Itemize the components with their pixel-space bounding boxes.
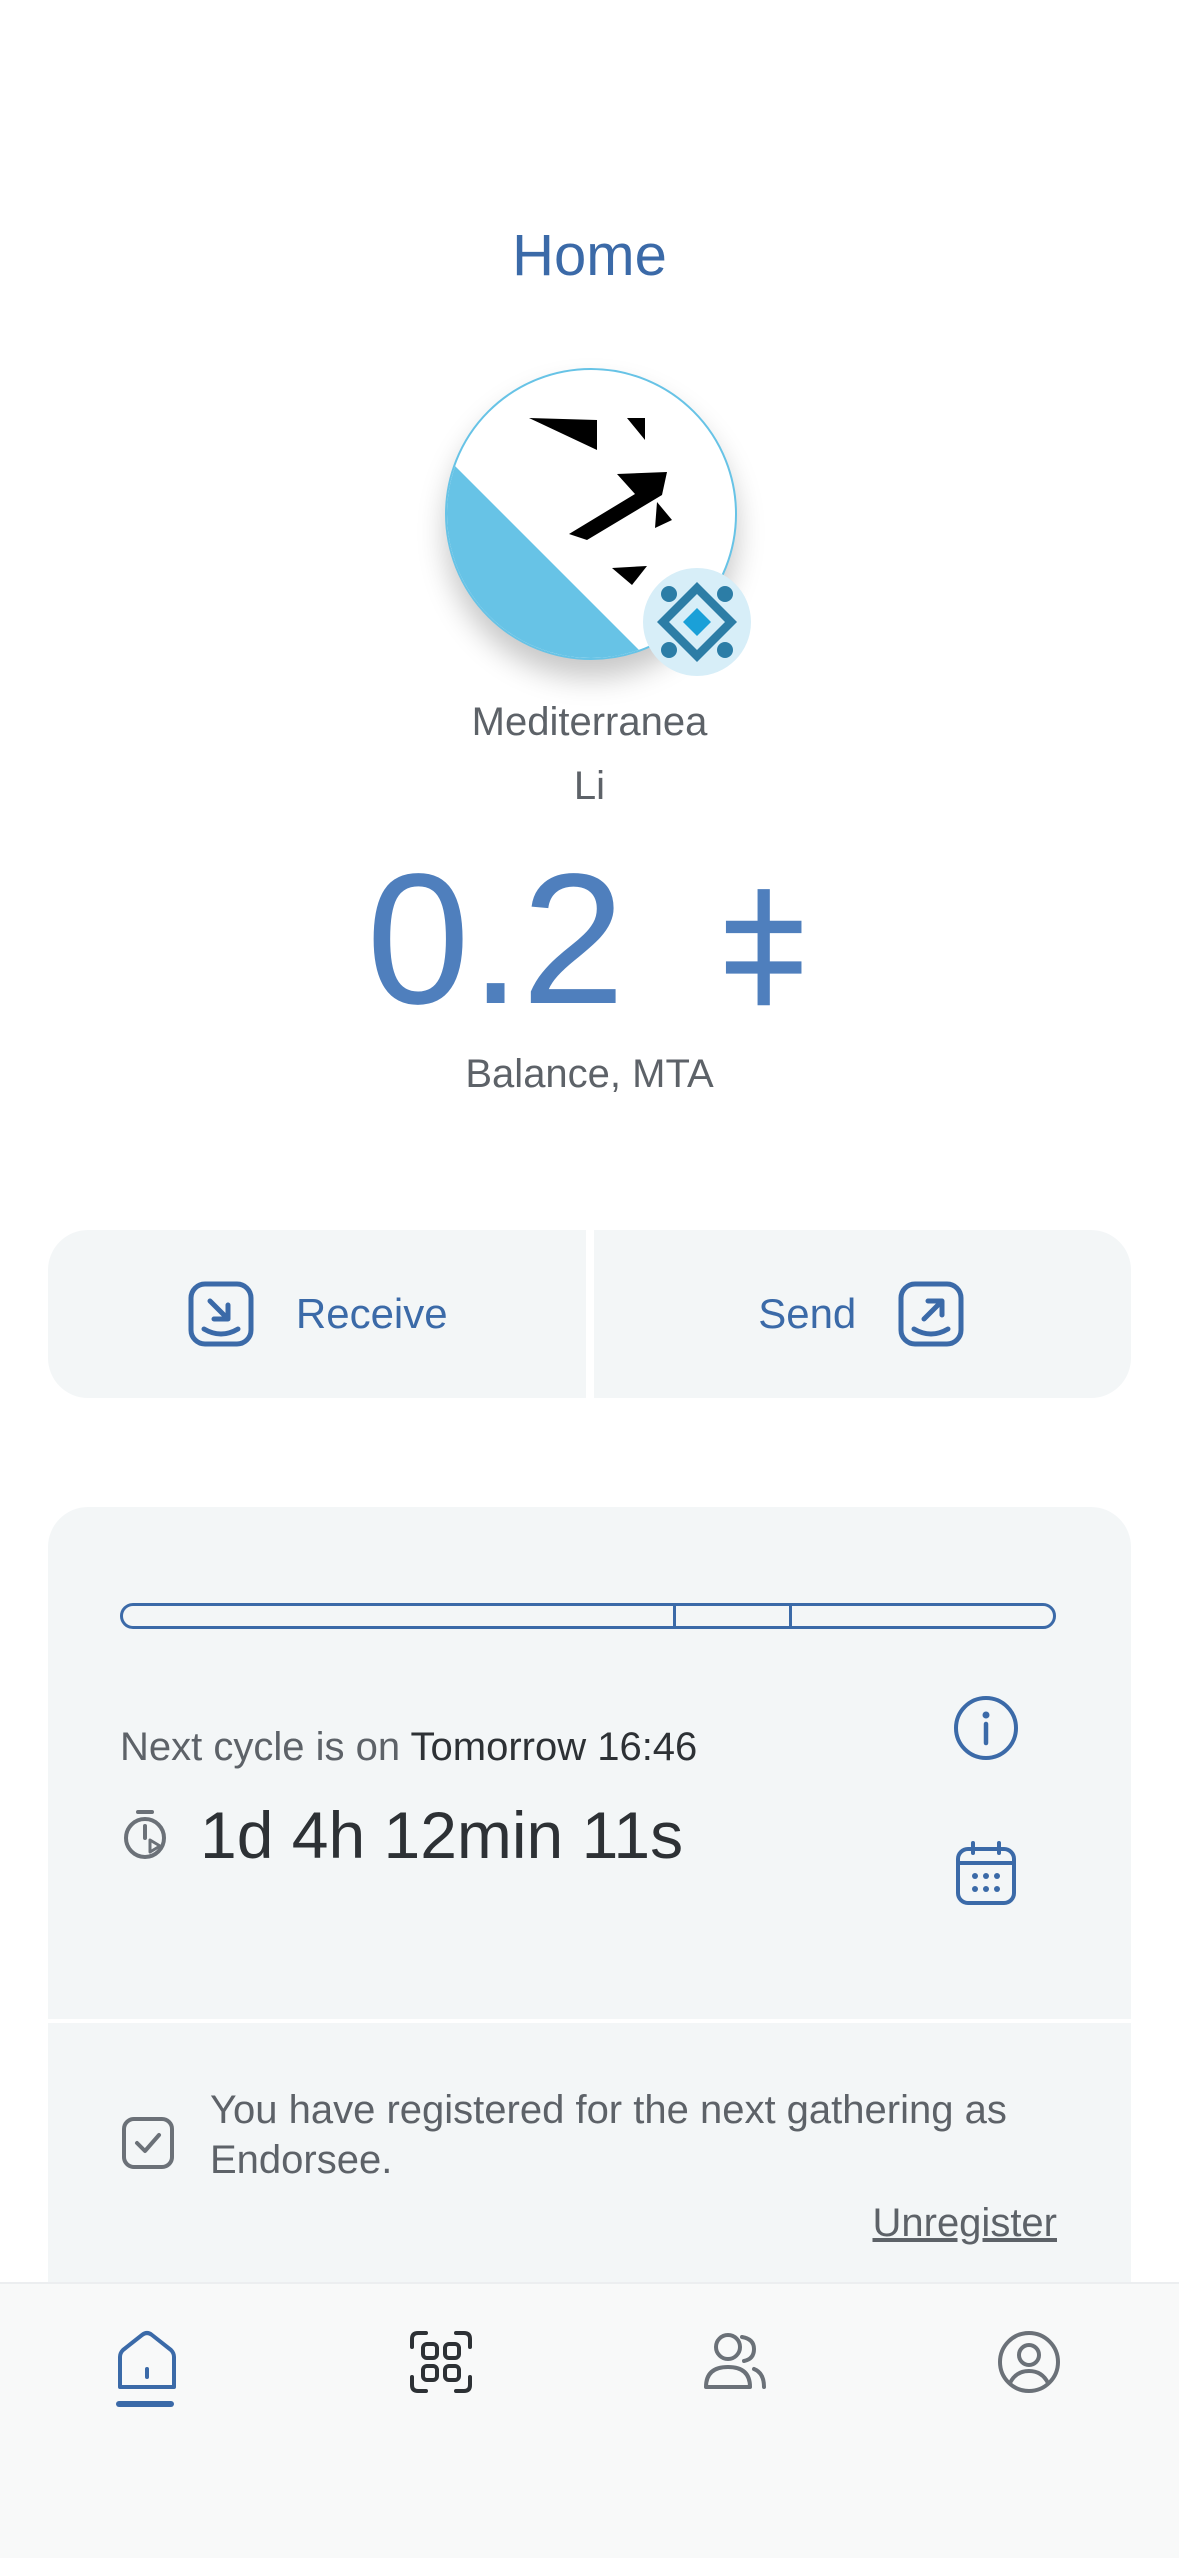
qr-code-icon (410, 2331, 472, 2393)
info-icon[interactable] (951, 1693, 1021, 1763)
next-cycle-prefix: Next cycle is on (120, 1725, 401, 1769)
page-title: Home (512, 223, 667, 288)
tab-home[interactable] (112, 2327, 182, 2407)
bottom-tab-bar (0, 2282, 1179, 2558)
unregister-link[interactable]: Unregister (872, 2201, 1057, 2246)
send-icon (898, 1281, 964, 1347)
currency-symbol: ⧧ (716, 836, 813, 1043)
account-name: Mediterranea Li (0, 690, 1179, 818)
cycle-countdown: 1d 4h 12min 11s (120, 1797, 683, 1873)
contacts-icon (704, 2333, 766, 2389)
home-icon (118, 2331, 176, 2389)
registration-message: You have registered for the next gatheri… (210, 2088, 1007, 2182)
next-cycle-text: Next cycle is on Tomorrow 16:46 (120, 1725, 697, 1770)
calendar-icon[interactable] (951, 1839, 1021, 1909)
balance-label: Balance, MTA (465, 1052, 714, 1096)
balance-amount: 0.2 (366, 836, 625, 1043)
receive-label: Receive (295, 1290, 448, 1337)
account-name-line2: Li (573, 764, 606, 808)
active-tab-indicator (116, 2401, 174, 2407)
community-badge-icon (643, 568, 751, 676)
send-button[interactable]: Send (593, 1230, 1131, 1398)
receive-button[interactable]: Receive (48, 1230, 586, 1398)
checkbox-icon (122, 2117, 174, 2169)
tab-contacts[interactable] (700, 2327, 770, 2407)
progress-tick (673, 1606, 676, 1626)
account-name-line1: Mediterranea (471, 700, 708, 744)
send-label: Send (758, 1290, 857, 1337)
countdown-value: 1d 4h 12min 11s (200, 1798, 684, 1872)
tab-profile[interactable] (994, 2327, 1064, 2407)
cycle-card: Next cycle is on Tomorrow 16:46 1d 4h 12… (48, 1507, 1131, 2019)
community-avatar[interactable] (445, 368, 751, 676)
action-buttons: Receive Send (48, 1230, 1131, 1398)
timer-icon (124, 1810, 166, 1859)
next-cycle-date: Tomorrow 16:46 (410, 1725, 698, 1769)
receive-icon (188, 1281, 254, 1347)
progress-tick (789, 1606, 792, 1626)
cycle-progress-bar (120, 1603, 1056, 1629)
registration-card: You have registered for the next gatheri… (48, 2023, 1131, 2283)
profile-icon (998, 2331, 1060, 2393)
tab-qr-code[interactable] (406, 2327, 476, 2407)
balance-value: 0.2 ⧧ (0, 840, 1179, 1040)
